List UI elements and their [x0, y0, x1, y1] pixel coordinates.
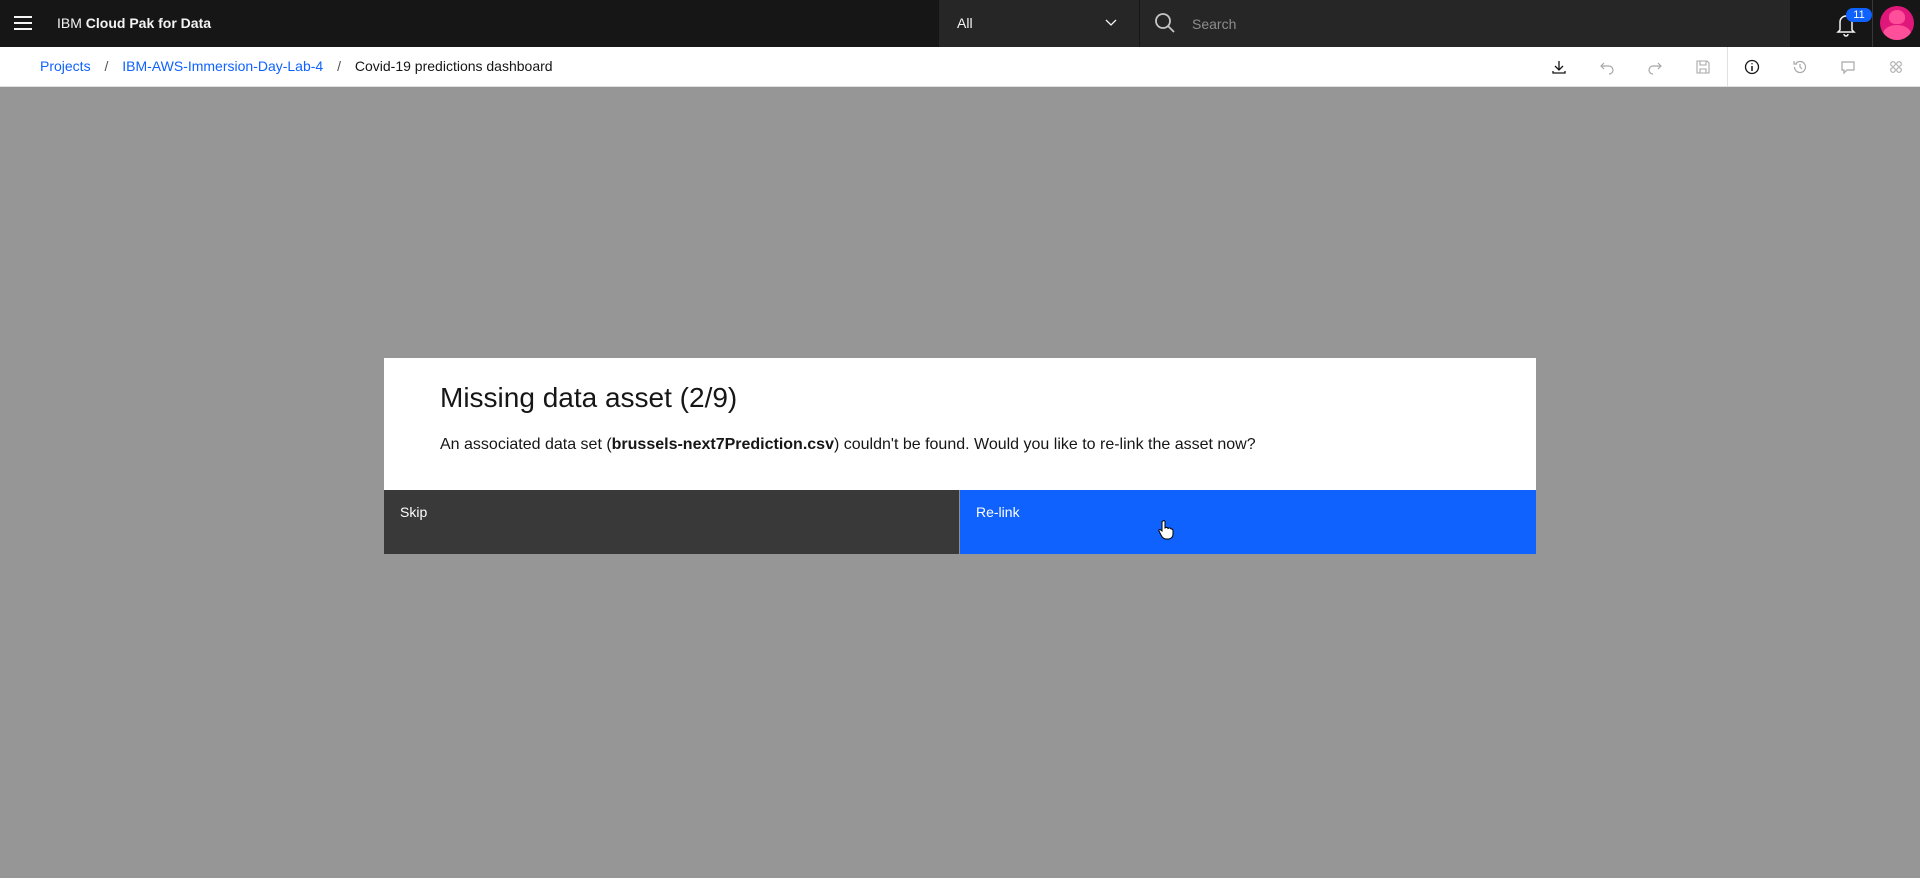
breadcrumb-bar: Projects / IBM-AWS-Immersion-Day-Lab-4 /…: [0, 47, 1920, 87]
save-icon: [1696, 59, 1710, 74]
search-scope-select[interactable]: All: [939, 0, 1140, 47]
brand-name: Cloud Pak for Data: [85, 15, 212, 31]
collaborators-icon: [1890, 60, 1902, 73]
skip-button[interactable]: Skip: [384, 490, 960, 554]
redo-icon: [1648, 62, 1662, 75]
dashboard-toolbar: [1535, 47, 1920, 86]
chevron-down-icon: [1105, 19, 1117, 26]
brand-prefix: IBM: [57, 15, 82, 31]
comment-icon: [1841, 60, 1855, 74]
history-button[interactable]: [1776, 47, 1824, 86]
breadcrumb-link-project[interactable]: IBM-AWS-Immersion-Day-Lab-4: [122, 58, 323, 74]
breadcrumb-link-projects[interactable]: Projects: [40, 58, 91, 74]
relink-button[interactable]: Re-link: [960, 490, 1536, 554]
message-prefix: An associated data set (: [440, 436, 612, 453]
missing-data-asset-dialog: Missing data asset (2/9) An associated d…: [384, 358, 1536, 554]
comments-button[interactable]: [1824, 47, 1872, 86]
dialog-title: Missing data asset (2/9): [440, 382, 738, 413]
save-button[interactable]: [1679, 47, 1727, 86]
download-button[interactable]: [1535, 47, 1583, 86]
collaborators-button[interactable]: [1872, 47, 1920, 86]
undo-button[interactable]: [1583, 47, 1631, 86]
search-icon: [1155, 13, 1175, 33]
search-scope-value: All: [957, 15, 973, 31]
download-icon: [1552, 60, 1566, 74]
user-avatar[interactable]: [1880, 6, 1914, 40]
search-input[interactable]: [1190, 10, 1754, 38]
history-icon: [1793, 60, 1807, 73]
message-suffix: ) couldn't be found. Would you like to r…: [833, 436, 1256, 453]
notifications-button[interactable]: 11: [1830, 8, 1872, 40]
global-search: [1140, 0, 1790, 47]
hamburger-menu-icon[interactable]: [10, 8, 38, 38]
product-name[interactable]: IBM Cloud Pak for Data: [57, 0, 211, 47]
header-divider: [1872, 0, 1873, 47]
top-header: IBM Cloud Pak for Data All 11: [0, 0, 1920, 47]
dialog-message: An associated data set (brussels-next7Pr…: [440, 436, 1256, 454]
dialog-footer: Skip Re-link: [384, 490, 1536, 554]
redo-button[interactable]: [1631, 47, 1679, 86]
info-button[interactable]: [1728, 47, 1776, 86]
breadcrumb-separator: /: [337, 58, 341, 74]
info-icon: [1744, 59, 1760, 74]
breadcrumb: Projects / IBM-AWS-Immersion-Day-Lab-4 /…: [40, 47, 553, 86]
hand-pointer-cursor-icon: [1158, 520, 1174, 540]
breadcrumb-current: Covid-19 predictions dashboard: [354, 58, 553, 74]
breadcrumb-separator: /: [104, 58, 109, 74]
undo-icon: [1600, 62, 1614, 75]
notification-count-badge: 11: [1846, 8, 1872, 22]
missing-file-name: brussels-next7Prediction.csv: [611, 436, 834, 453]
